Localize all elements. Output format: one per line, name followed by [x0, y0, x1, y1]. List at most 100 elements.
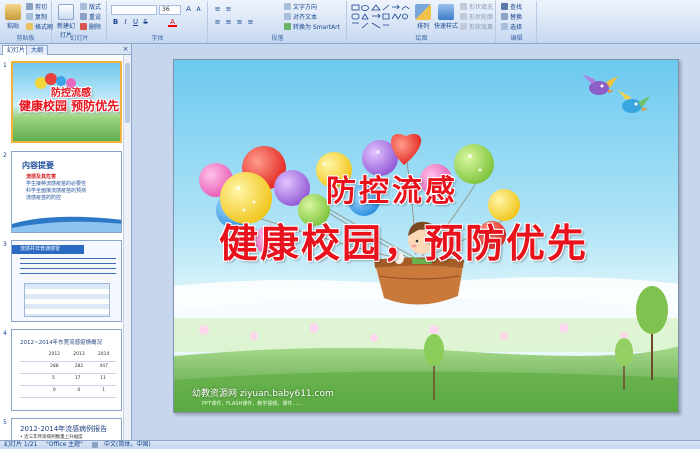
- slides-group: 新建幻灯片 版式 重设 删除 幻灯片: [53, 1, 107, 43]
- slide-title-line2[interactable]: 健康校园，预防优先: [219, 213, 588, 269]
- shapes-gallery[interactable]: [351, 4, 411, 30]
- select-button[interactable]: 选择: [501, 23, 522, 32]
- clipboard-icon: [5, 4, 21, 20]
- font-name-dropdown[interactable]: [111, 5, 157, 15]
- thumb2-item: 流感及其危害: [26, 174, 57, 180]
- thumb2-wave: [12, 216, 121, 232]
- thumb2-item: 流感疫苗的防控: [26, 195, 62, 201]
- thumb1-balloons: [35, 73, 76, 89]
- layout-button[interactable]: 版式: [80, 3, 101, 12]
- watermark-text: 幼教资源网 ziyuan.baby611.com: [192, 389, 334, 399]
- layout-icon: [80, 3, 87, 10]
- cursor-icon: [501, 23, 508, 30]
- thumb-number: 5: [3, 419, 7, 426]
- spellcheck-icon[interactable]: [92, 442, 98, 448]
- slide-count: 幻灯片 1/21: [4, 441, 38, 448]
- delete-icon: [80, 23, 87, 30]
- drawing-group: 排列 快速样式 形状填充 形状轮廓 形状效果 绘图: [348, 1, 496, 43]
- find-button[interactable]: 查找: [501, 3, 522, 12]
- underline-button[interactable]: U: [131, 18, 140, 27]
- text-direction-button[interactable]: 文字方向: [284, 3, 317, 12]
- smartart-button[interactable]: 转换为 SmartArt: [284, 23, 340, 32]
- watermark-subtext: PPT课件，FLASH课件，教学视频，课件……: [202, 401, 303, 407]
- bullets-button[interactable]: ≡: [213, 5, 222, 14]
- quick-styles-icon: [438, 4, 454, 20]
- thumb-number: 1: [3, 62, 7, 69]
- bold-button[interactable]: B: [111, 18, 120, 27]
- slide-thumb-5[interactable]: 2012-2014年流感病例报告 • 近三年传染病例数量上升幅度: [11, 418, 122, 440]
- italic-button[interactable]: I: [121, 18, 130, 27]
- font-size-dropdown[interactable]: 36: [159, 5, 181, 15]
- font-color-button[interactable]: A: [168, 18, 177, 27]
- format-painter-button[interactable]: 格式刷: [26, 23, 53, 32]
- paragraph-label: 段落: [271, 35, 284, 42]
- slides-panel: 幻灯片 大纲 × 1 防控流感 健康校园 预防优先 2 内容提要 流感及其危害 …: [0, 44, 132, 440]
- replace-button[interactable]: 替换: [501, 13, 522, 22]
- smartart-icon: [284, 23, 291, 30]
- numbering-button[interactable]: ≡: [224, 5, 233, 14]
- align-right-button[interactable]: ≡: [235, 18, 244, 27]
- reset-button[interactable]: 重设: [80, 13, 101, 22]
- delete-button[interactable]: 删除: [80, 23, 101, 32]
- paste-button[interactable]: 粘贴: [2, 4, 24, 30]
- close-panel-icon[interactable]: ×: [121, 45, 130, 54]
- shape-effects-button[interactable]: 形状效果: [460, 23, 493, 32]
- shape-outline-button[interactable]: 形状轮廓: [460, 13, 493, 22]
- scroll-thumb[interactable]: [125, 63, 130, 123]
- strikethrough-button[interactable]: S: [141, 18, 150, 27]
- paint-bucket-icon: [460, 3, 467, 10]
- tab-outline[interactable]: 大纲: [26, 45, 49, 55]
- editing-group: 查找 替换 选择 编辑: [497, 1, 537, 43]
- slide-thumb-2[interactable]: 内容提要 流感及其危害 学生接种流感疫苗的必要性 科学全面接流感疫苗的预测 流感…: [11, 151, 122, 233]
- arrange-icon: [415, 4, 431, 20]
- thumb2-item: 科学全面接流感疫苗的预测: [26, 188, 87, 194]
- thumb-number: 4: [3, 330, 7, 337]
- thumb2-heading: 内容提要: [22, 161, 54, 170]
- align-left-button[interactable]: ≡: [213, 18, 222, 27]
- grow-font-button[interactable]: A: [184, 5, 193, 14]
- thumbs-scrollbar[interactable]: [123, 55, 131, 440]
- binoculars-icon: [501, 3, 508, 10]
- shape-fill-button[interactable]: 形状填充: [460, 3, 493, 12]
- clipboard-group: 粘贴 剪切 复制 格式刷 剪贴板: [0, 1, 53, 43]
- slide-thumb-1[interactable]: 防控流感 健康校园 预防优先: [11, 61, 122, 143]
- slide-thumb-4[interactable]: 2012~2014年东莞流感疫情概况 201220132014 28828244…: [11, 329, 122, 411]
- slide-editor: 防控流感 健康校园，预防优先 幼教资源网 ziyuan.baby611.com …: [133, 44, 700, 440]
- thumb5-title: 2012-2014年流感病例报告: [20, 425, 108, 433]
- copy-button[interactable]: 复制: [26, 13, 47, 22]
- clipboard-label: 剪贴板: [16, 35, 35, 42]
- main-slide[interactable]: 防控流感 健康校园，预防优先 幼教资源网 ziyuan.baby611.com …: [173, 59, 679, 413]
- replace-icon: [501, 13, 508, 20]
- font-label: 字体: [151, 35, 164, 42]
- thumb-number: 3: [3, 241, 7, 248]
- thumb2-list: 流感及其危害 学生接种流感疫苗的必要性 科学全面接流感疫苗的预测 流感疫苗的防控: [26, 174, 86, 202]
- arrange-button[interactable]: 排列: [412, 4, 434, 30]
- theme-name: "Office 主题": [46, 441, 83, 448]
- reset-icon: [80, 13, 87, 20]
- effects-icon: [460, 23, 467, 30]
- slides-label: 幻灯片: [70, 35, 89, 42]
- slide-title-line1[interactable]: 防控流感: [326, 166, 458, 210]
- text-direction-icon: [284, 3, 291, 10]
- thumb3-header: 流感并非普通感冒: [12, 245, 84, 254]
- pen-icon: [460, 13, 467, 20]
- quick-styles-button[interactable]: 快速样式: [434, 4, 458, 30]
- align-text-button[interactable]: 对齐文本: [284, 13, 317, 22]
- status-bar: 幻灯片 1/21 "Office 主题" 中文(简体，中国): [0, 440, 700, 449]
- paragraph-group: ≡ ≡ ≡ ≡ ≡ ≡ 文字方向 对齐文本 转换为 SmartArt 段落: [209, 1, 347, 43]
- cut-button[interactable]: 剪切: [26, 3, 47, 12]
- shrink-font-button[interactable]: A: [194, 5, 203, 14]
- scissors-icon: [26, 3, 33, 10]
- center-button[interactable]: ≡: [224, 18, 233, 27]
- panel-tabs: 幻灯片 大纲 ×: [0, 44, 131, 55]
- thumb3-text: [20, 258, 116, 278]
- brush-icon: [26, 23, 33, 30]
- font-group: 36 A A B I U S A 字体: [108, 1, 208, 43]
- thumb2-item: 学生接种流感疫苗的必要性: [26, 181, 87, 187]
- drawing-label: 绘图: [415, 35, 428, 42]
- language-indicator: 中文(简体，中国): [104, 441, 151, 448]
- justify-button[interactable]: ≡: [246, 18, 255, 27]
- ribbon: 粘贴 剪切 复制 格式刷 剪贴板 新建幻灯片 版式 重设 删除 幻灯片 36 A…: [0, 0, 700, 44]
- thumb-number: 2: [3, 152, 7, 159]
- slide-thumb-3[interactable]: 流感并非普通感冒: [11, 240, 122, 322]
